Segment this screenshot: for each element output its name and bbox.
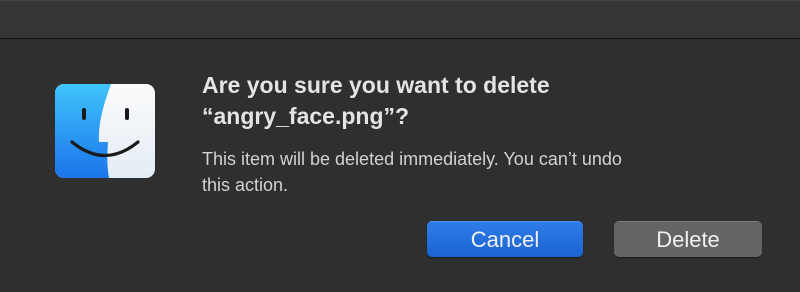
delete-button[interactable]: Delete xyxy=(614,221,762,257)
dialog-message: This item will be deleted immediately. Y… xyxy=(202,146,762,198)
dialog-heading-line-1: Are you sure you want to delete xyxy=(202,72,550,98)
dialog-message-line-1: This item will be deleted immediately. Y… xyxy=(202,149,622,169)
dialog-heading-line-2: “angry_face.png”? xyxy=(202,103,410,129)
finder-icon xyxy=(55,84,155,178)
dialog-heading: Are you sure you want to delete “angry_f… xyxy=(202,70,762,132)
cancel-button[interactable]: Cancel xyxy=(427,221,583,257)
dialog-message-line-2: this action. xyxy=(202,175,289,195)
window-titlebar[interactable] xyxy=(0,0,800,39)
delete-confirmation-dialog: Are you sure you want to delete “angry_f… xyxy=(0,0,800,292)
